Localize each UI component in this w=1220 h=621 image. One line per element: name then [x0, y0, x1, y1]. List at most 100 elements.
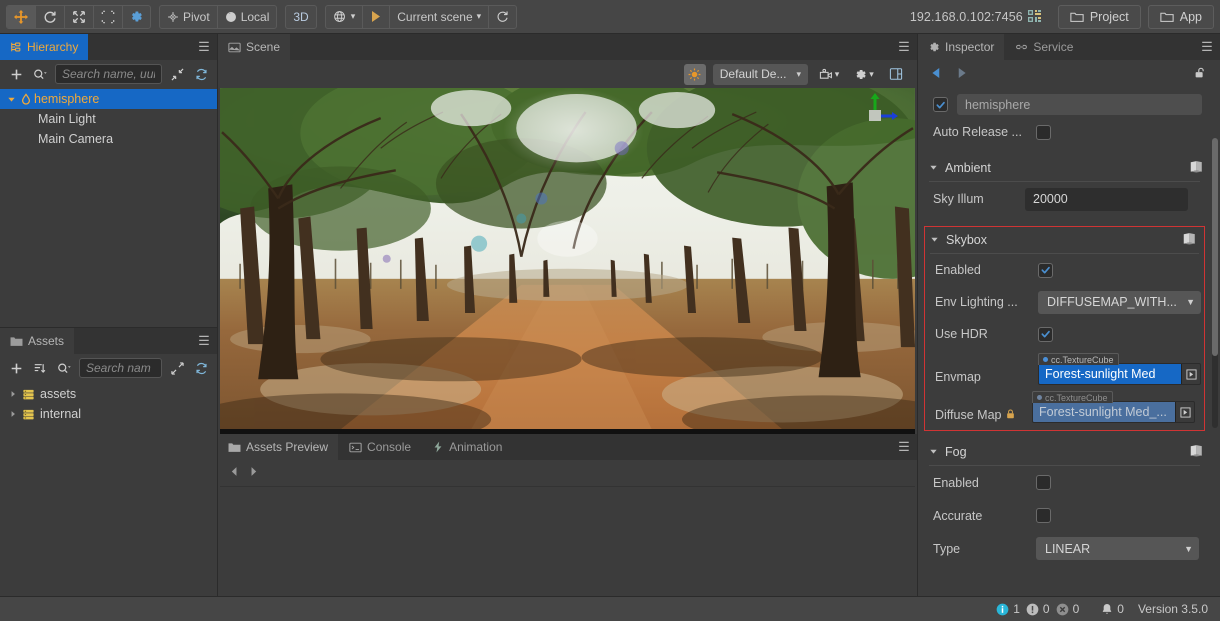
asset-folder-assets[interactable]: assets [0, 384, 217, 404]
bottom-panel-menu-button[interactable]: ☰ [891, 434, 917, 460]
section-fog-title: Fog [945, 445, 967, 459]
status-error[interactable]: 0 [1056, 602, 1079, 616]
sky-illum-input[interactable]: 20000 [1025, 187, 1188, 211]
auto-release-checkbox[interactable] [1036, 124, 1051, 140]
diffuse-map-picker-button[interactable] [1175, 402, 1194, 422]
envmap-asset-box[interactable]: Forest-sunlight Med [1038, 363, 1201, 385]
scene-camera-button[interactable]: ▾ [815, 64, 843, 85]
unlock-icon[interactable] [1193, 66, 1207, 80]
inspector-menu-button[interactable]: ☰ [1194, 34, 1220, 60]
chevron-down-icon[interactable] [4, 95, 18, 104]
scene-viewport[interactable] [220, 88, 915, 434]
inspector-back-button[interactable] [931, 67, 942, 79]
sort-icon[interactable] [31, 359, 49, 377]
section-fog-header[interactable]: Fog [918, 439, 1211, 465]
hierarchy-menu-button[interactable]: ☰ [191, 34, 217, 60]
hierarchy-search-field[interactable] [55, 64, 162, 84]
tree-node-main-light[interactable]: Main Light [0, 109, 217, 129]
skybox-enabled-checkbox[interactable] [1038, 262, 1053, 278]
tab-animation[interactable]: Animation [422, 434, 514, 460]
plus-icon[interactable] [7, 65, 25, 83]
book-icon[interactable] [1182, 232, 1196, 248]
search-icon[interactable] [55, 359, 73, 377]
tab-scene[interactable]: Scene [218, 34, 292, 60]
tree-node-label: Main Camera [38, 132, 114, 146]
project-button[interactable]: Project [1057, 4, 1141, 29]
hierarchy-tabbar: Hierarchy ☰ [0, 34, 217, 60]
tab-assets-preview[interactable]: Assets Preview [218, 434, 340, 460]
assets-search-field[interactable] [79, 358, 162, 378]
search-input[interactable] [86, 361, 155, 375]
use-hdr-checkbox[interactable] [1038, 326, 1053, 342]
reload-preview-button[interactable] [489, 6, 516, 28]
section-skybox-header[interactable]: Skybox [925, 227, 1204, 253]
scene-gizmo-settings-button[interactable]: ▾ [850, 64, 878, 85]
status-warning[interactable]: 0 [1026, 602, 1050, 616]
sync-icon[interactable] [192, 65, 210, 83]
inspector-forward-button[interactable] [956, 67, 967, 79]
scene-menu-button[interactable]: ☰ [891, 34, 917, 60]
diffuse-map-asset-box[interactable]: Forest-sunlight Med_... [1032, 401, 1195, 423]
chevron-down-icon[interactable] [929, 161, 938, 175]
chevron-right-icon[interactable] [6, 390, 20, 398]
tab-hierarchy[interactable]: Hierarchy [0, 34, 90, 60]
rotate-tool[interactable] [36, 6, 64, 28]
device-address: 192.168.0.102:7456 [909, 9, 1023, 24]
preview-device-button[interactable]: ▾ [326, 6, 363, 28]
sync-icon[interactable] [192, 359, 210, 377]
node-enabled-checkbox[interactable] [933, 97, 948, 112]
scale-tool[interactable] [65, 6, 93, 28]
tab-console[interactable]: Console [339, 434, 423, 460]
search-icon[interactable] [31, 65, 49, 83]
status-info[interactable]: 1 [996, 602, 1020, 616]
assets-menu-button[interactable]: ☰ [191, 328, 217, 354]
nav-prev-button[interactable] [230, 466, 239, 480]
scene-lighting-toggle[interactable] [683, 63, 706, 85]
scene-layout-button[interactable] [885, 64, 907, 85]
section-ambient-header[interactable]: Ambient [918, 155, 1211, 181]
renderer-selector[interactable]: Default De... ▾ [712, 63, 808, 85]
node-name-field[interactable]: hemisphere [957, 94, 1202, 115]
fog-type-dropdown[interactable]: LINEAR ▼ [1036, 537, 1199, 560]
move-tool[interactable] [7, 5, 35, 28]
app-button[interactable]: App [1147, 4, 1214, 29]
rect-tool[interactable] [94, 6, 122, 28]
pivot-coord-group: Pivot Local [159, 4, 278, 29]
dimension-toggle[interactable]: 3D [286, 6, 315, 28]
tab-service-label: Service [1033, 40, 1074, 54]
tool-settings-button[interactable] [123, 6, 150, 28]
pivot-label: Pivot [183, 9, 210, 24]
chevron-right-icon[interactable] [6, 410, 20, 418]
tab-service[interactable]: Service [1005, 34, 1085, 60]
envmap-picker-button[interactable] [1181, 364, 1200, 384]
expand-icon[interactable] [168, 359, 186, 377]
status-notifications[interactable]: 0 [1101, 602, 1124, 616]
inspector-scrollbar-thumb[interactable] [1212, 138, 1218, 356]
plus-icon[interactable] [7, 359, 25, 377]
bell-icon [1102, 603, 1112, 614]
chevron-down-icon[interactable] [930, 233, 939, 247]
collapse-icon[interactable] [168, 65, 186, 83]
qr-code-icon[interactable] [1027, 10, 1041, 23]
tab-assets[interactable]: Assets [0, 328, 76, 354]
fog-enabled-checkbox[interactable] [1036, 475, 1051, 490]
section-skybox-title: Skybox [946, 233, 987, 247]
search-input[interactable] [62, 67, 155, 81]
assets-toolbar [0, 354, 217, 382]
tree-node-hemisphere[interactable]: hemisphere [0, 89, 217, 109]
chevron-down-icon[interactable] [929, 445, 938, 459]
axis-gizmo[interactable] [853, 92, 899, 136]
tab-inspector[interactable]: Inspector [918, 34, 1006, 60]
env-lighting-dropdown[interactable]: DIFFUSEMAP_WITH... ▼ [1038, 290, 1201, 314]
tree-node-main-camera[interactable]: Main Camera [0, 129, 217, 149]
fog-accurate-checkbox[interactable] [1036, 508, 1051, 523]
book-icon[interactable] [1189, 444, 1203, 460]
coordinate-toggle[interactable]: Local [218, 6, 277, 28]
asset-folder-internal[interactable]: internal [0, 404, 217, 424]
nav-next-button[interactable] [249, 466, 258, 480]
scene-selector[interactable]: Current scene ▾ [390, 6, 488, 28]
book-icon[interactable] [1189, 160, 1203, 176]
pivot-toggle[interactable]: Pivot [160, 6, 217, 28]
play-button[interactable] [363, 6, 389, 28]
dimension-group: 3D [285, 4, 317, 29]
